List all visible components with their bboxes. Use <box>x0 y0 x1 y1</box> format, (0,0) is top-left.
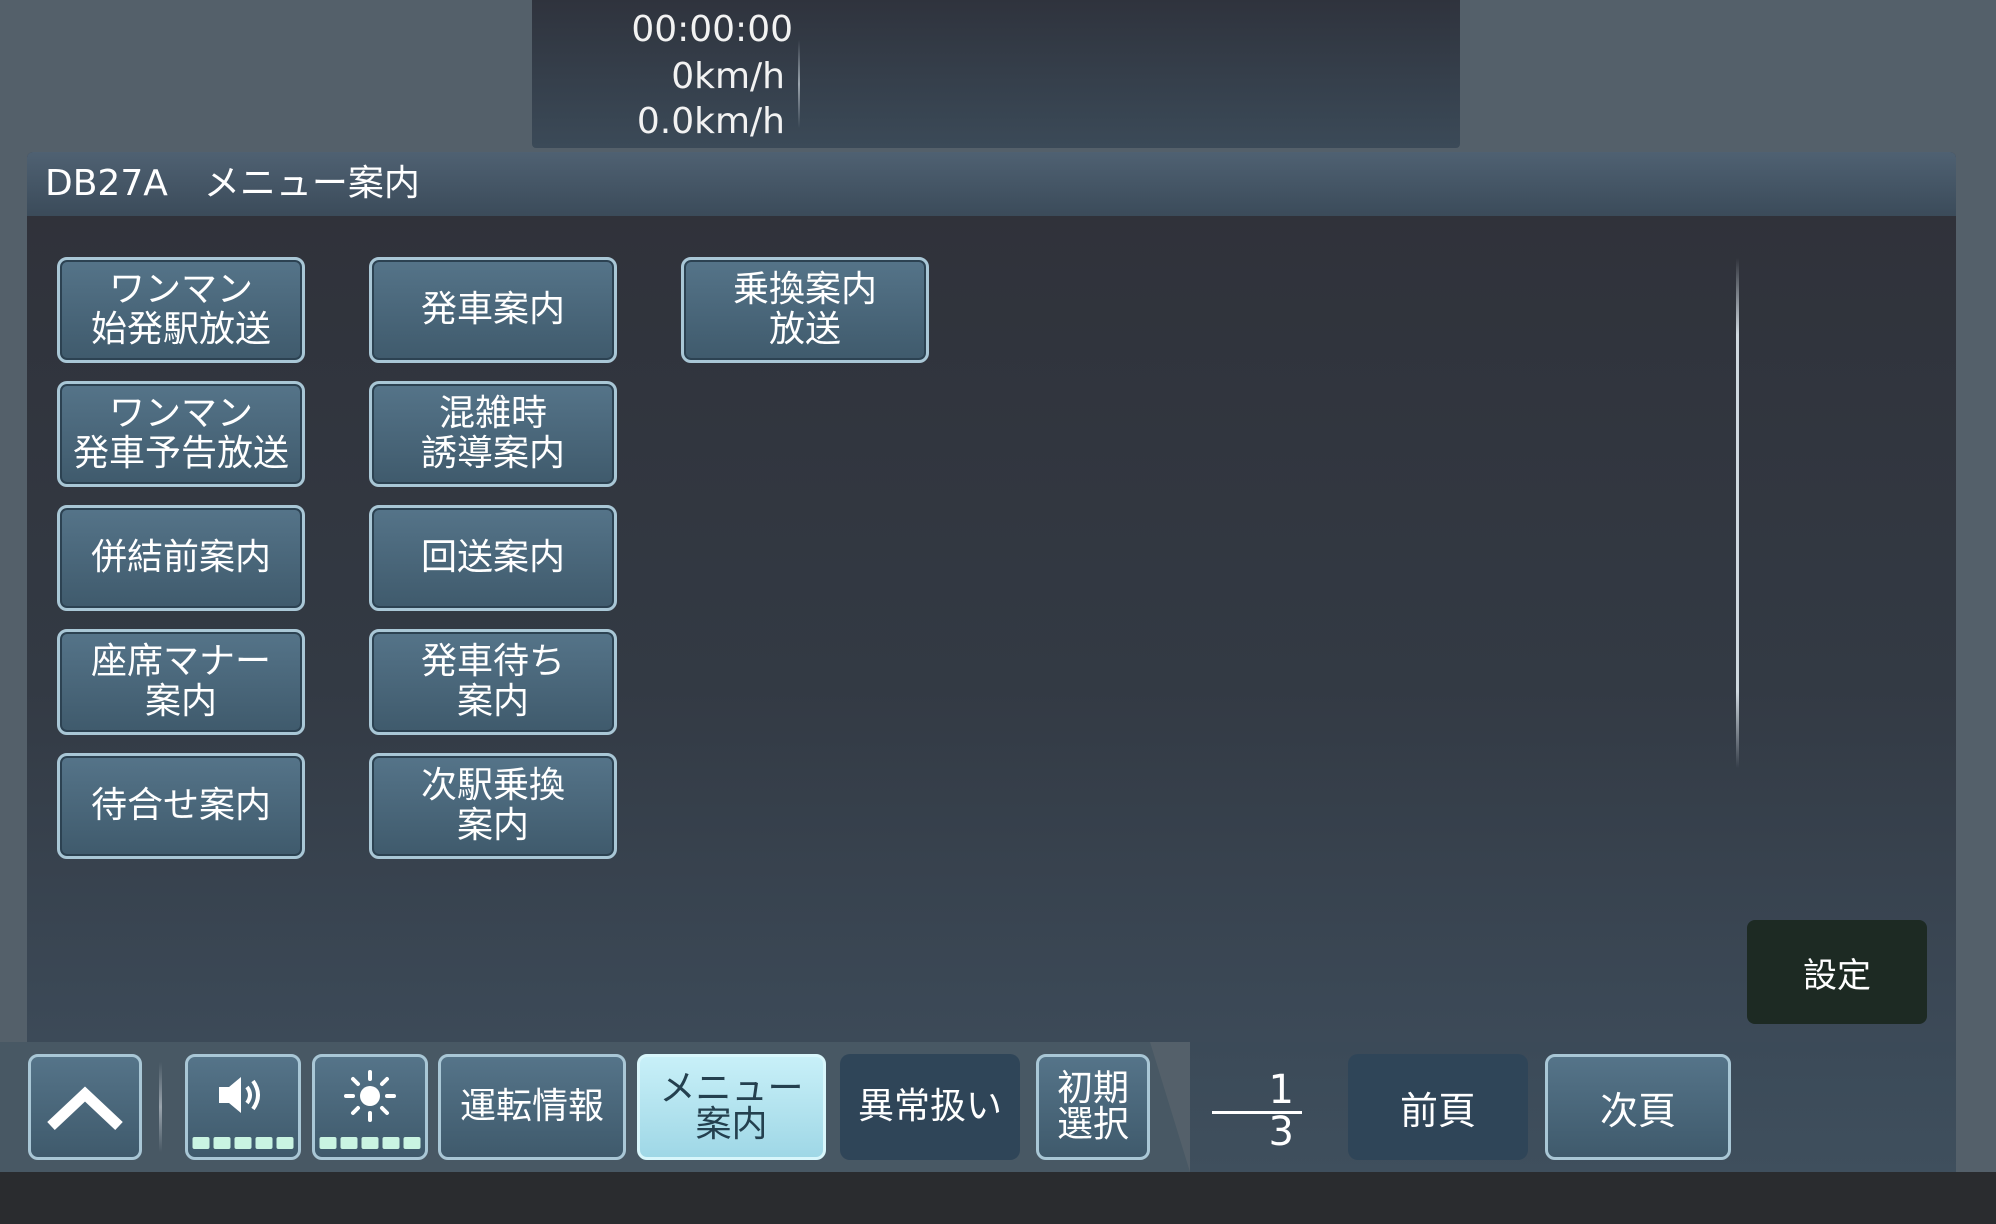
panel-header: DB27A メニュー案内 <box>27 152 1956 216</box>
volume-level-bar <box>192 1137 294 1149</box>
button-label: ワンマン 始発駅放送 <box>90 269 271 350</box>
status-divider <box>798 40 800 128</box>
button-label: 混雑時 誘導案内 <box>420 393 565 474</box>
toolbar-divider <box>159 1062 162 1152</box>
sun-icon <box>344 1070 396 1122</box>
chevron-up-icon <box>47 1086 123 1131</box>
menu-button-departure-notice[interactable]: 発車案内 <box>369 257 617 363</box>
menu-button-waiting-notice[interactable]: 待合せ案内 <box>57 753 305 859</box>
page-title: DB27A メニュー案内 <box>45 163 420 204</box>
button-label: 座席マナー 案内 <box>90 641 271 722</box>
button-label: 異常扱い <box>857 1086 1002 1127</box>
menu-panel: DB27A メニュー案内 <box>27 152 1956 1042</box>
speaker-icon <box>219 1077 260 1113</box>
scrollbar[interactable] <box>1736 258 1739 768</box>
menu-button-next-station-transfer[interactable]: 次駅乗換 案内 <box>369 753 617 859</box>
menu-button-oneman-departure-notice[interactable]: ワンマン 発車予告放送 <box>57 381 305 487</box>
button-label: メニュー 案内 <box>659 1068 804 1145</box>
menu-button-departure-wait[interactable]: 発車待ち 案内 <box>369 629 617 735</box>
prev-page-button[interactable]: 前頁 <box>1348 1054 1528 1160</box>
button-label: 発車待ち 案内 <box>420 641 565 722</box>
button-label: 発車案内 <box>420 289 565 330</box>
settings-button[interactable]: 設定 <box>1747 920 1927 1024</box>
page-total: 3 <box>1268 1109 1294 1155</box>
menu-button-seat-manners[interactable]: 座席マナー 案内 <box>57 629 305 735</box>
next-page-button[interactable]: 次頁 <box>1545 1054 1731 1160</box>
status-panel: 00:00:00 0km/h 0.0km/h <box>532 0 1460 148</box>
button-label: 待合せ案内 <box>90 785 271 826</box>
button-label: 初期 選択 <box>1056 1068 1129 1145</box>
button-label: 併結前案内 <box>90 537 271 578</box>
bottom-strip <box>0 1172 1996 1224</box>
menu-button-congestion-guidance[interactable]: 混雑時 誘導案内 <box>369 381 617 487</box>
button-label: 次駅乗換 案内 <box>420 765 565 846</box>
volume-button[interactable] <box>185 1054 301 1160</box>
button-label: ワンマン 発車予告放送 <box>72 393 289 474</box>
menu-button-coupling-notice[interactable]: 併結前案内 <box>57 505 305 611</box>
collapse-button[interactable] <box>28 1054 142 1160</box>
menu-button-out-of-service[interactable]: 回送案内 <box>369 505 617 611</box>
page-indicator: 1 3 <box>1212 1068 1302 1152</box>
button-label: 乗換案内 放送 <box>732 269 877 350</box>
operation-info-button[interactable]: 運転情報 <box>438 1054 626 1160</box>
menu-button-oneman-start-station[interactable]: ワンマン 始発駅放送 <box>57 257 305 363</box>
menu-guide-tab[interactable]: メニュー 案内 <box>637 1054 826 1160</box>
speed-readout: 0km/h <box>671 56 785 97</box>
button-label: 回送案内 <box>420 537 565 578</box>
page-current: 1 <box>1268 1067 1294 1113</box>
brightness-button[interactable] <box>312 1054 428 1160</box>
menu-button-transfer-announcement[interactable]: 乗換案内 放送 <box>681 257 929 363</box>
initial-selection-button[interactable]: 初期 選択 <box>1036 1054 1150 1160</box>
speed-readout-decimal: 0.0km/h <box>636 101 785 142</box>
clock-readout: 00:00:00 <box>631 9 793 50</box>
button-label: 運転情報 <box>459 1086 604 1127</box>
brightness-level-bar <box>319 1137 421 1149</box>
abnormal-handling-button[interactable]: 異常扱い <box>840 1054 1020 1160</box>
